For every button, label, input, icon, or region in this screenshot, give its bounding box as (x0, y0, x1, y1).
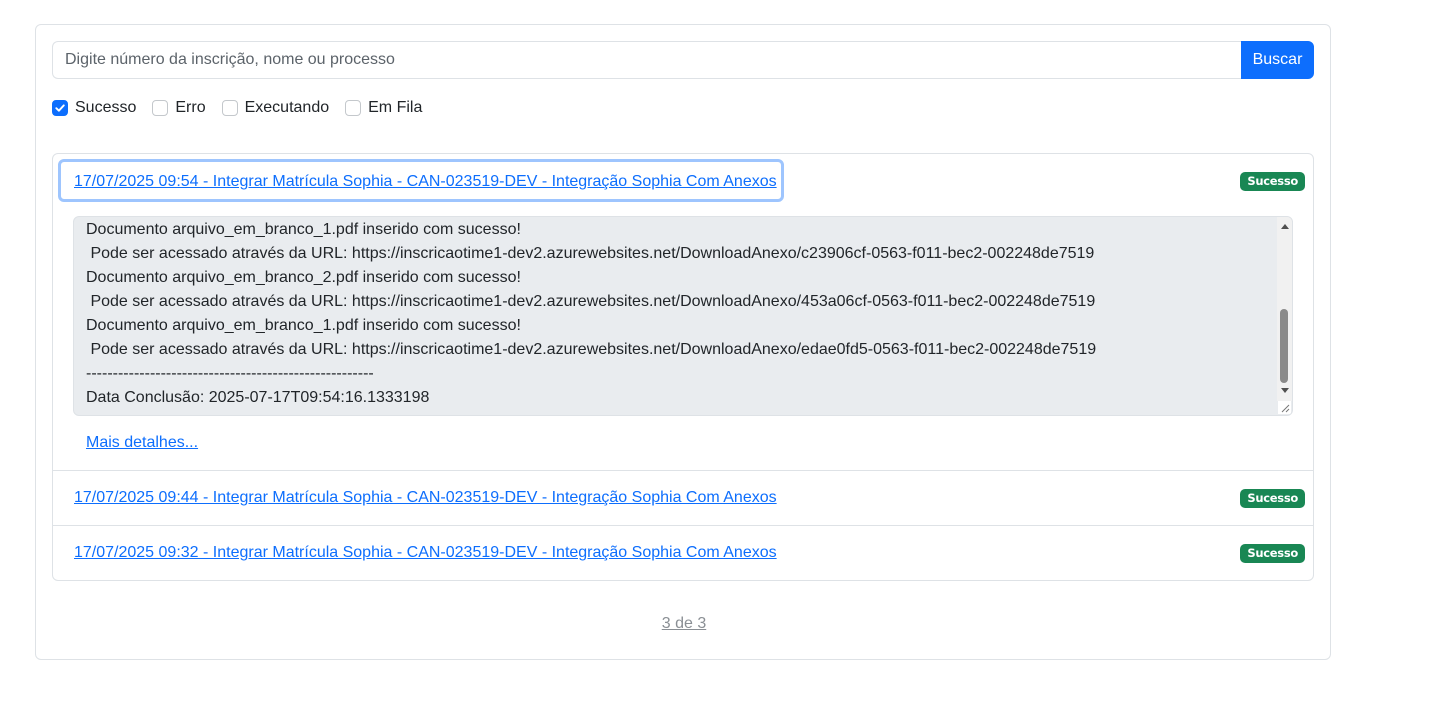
resize-handle-icon[interactable] (1278, 401, 1291, 414)
log-content: Documento arquivo_em_branco_1.pdf inseri… (74, 217, 1292, 410)
execution-title-link[interactable]: 17/07/2025 09:54 - Integrar Matrícula So… (74, 173, 777, 191)
search-button[interactable]: Buscar (1241, 41, 1314, 79)
list-item: 17/07/2025 09:54 - Integrar Matrícula So… (53, 154, 1313, 471)
log-line: Pode ser acessado através da URL: https:… (86, 341, 1097, 358)
status-filters: Sucesso Erro Executando Em Fila (52, 97, 438, 119)
more-details-link[interactable]: Mais detalhes... (86, 434, 1313, 470)
filter-sucesso[interactable]: Sucesso (52, 99, 136, 117)
log-line: Data Conclusão: 2025-07-17T09:54:16.1333… (86, 389, 430, 406)
scroll-down-icon[interactable] (1277, 383, 1292, 397)
status-badge: Sucesso (1240, 172, 1305, 191)
filter-em-fila-checkbox[interactable] (345, 100, 362, 116)
execution-log-textarea[interactable]: Documento arquivo_em_branco_1.pdf inseri… (73, 216, 1293, 416)
page-indicator[interactable]: 3 de 3 (662, 615, 706, 632)
scroll-up-icon[interactable] (1277, 219, 1292, 233)
search-group: Buscar (52, 41, 1314, 79)
scroll-thumb[interactable] (1280, 309, 1288, 383)
log-line: Documento arquivo_em_branco_1.pdf inseri… (86, 221, 521, 238)
status-badge: Sucesso (1240, 489, 1305, 508)
list-item: 17/07/2025 09:44 - Integrar Matrícula So… (53, 471, 1313, 526)
filter-executando[interactable]: Executando (221, 99, 330, 117)
filter-executando-label: Executando (244, 99, 330, 116)
execution-list: 17/07/2025 09:54 - Integrar Matrícula So… (52, 153, 1314, 581)
list-item-header: 17/07/2025 09:32 - Integrar Matrícula So… (53, 526, 1313, 580)
execution-title-link[interactable]: 17/07/2025 09:32 - Integrar Matrícula So… (74, 544, 777, 562)
log-line: Documento arquivo_em_branco_1.pdf inseri… (86, 317, 521, 334)
list-item-header: 17/07/2025 09:54 - Integrar Matrícula So… (53, 154, 1313, 210)
filter-em-fila-label: Em Fila (368, 99, 423, 116)
filter-erro-label: Erro (175, 99, 206, 116)
filter-sucesso-label: Sucesso (75, 99, 137, 116)
pagination: 3 de 3 (36, 615, 1332, 633)
log-scrollbar[interactable] (1277, 217, 1292, 401)
log-line: ----------------------------------------… (86, 365, 374, 382)
log-line: Documento arquivo_em_branco_2.pdf inseri… (86, 269, 521, 286)
execution-title-link[interactable]: 17/07/2025 09:44 - Integrar Matrícula So… (74, 489, 777, 507)
filter-em-fila[interactable]: Em Fila (345, 99, 422, 117)
log-line: Pode ser acessado através da URL: https:… (86, 293, 1096, 310)
filter-erro-checkbox[interactable] (152, 100, 169, 116)
list-item: 17/07/2025 09:32 - Integrar Matrícula So… (53, 526, 1313, 580)
filter-sucesso-checkbox[interactable] (52, 100, 68, 116)
log-line: Pode ser acessado através da URL: https:… (86, 245, 1095, 262)
list-item-header: 17/07/2025 09:44 - Integrar Matrícula So… (53, 471, 1313, 525)
filter-erro[interactable]: Erro (152, 99, 206, 117)
checkmark-icon (55, 104, 65, 112)
status-badge: Sucesso (1240, 544, 1305, 563)
history-card: Buscar Sucesso Erro Executando Em Fila (35, 24, 1331, 660)
search-input[interactable] (52, 41, 1241, 79)
filter-executando-checkbox[interactable] (221, 100, 238, 116)
